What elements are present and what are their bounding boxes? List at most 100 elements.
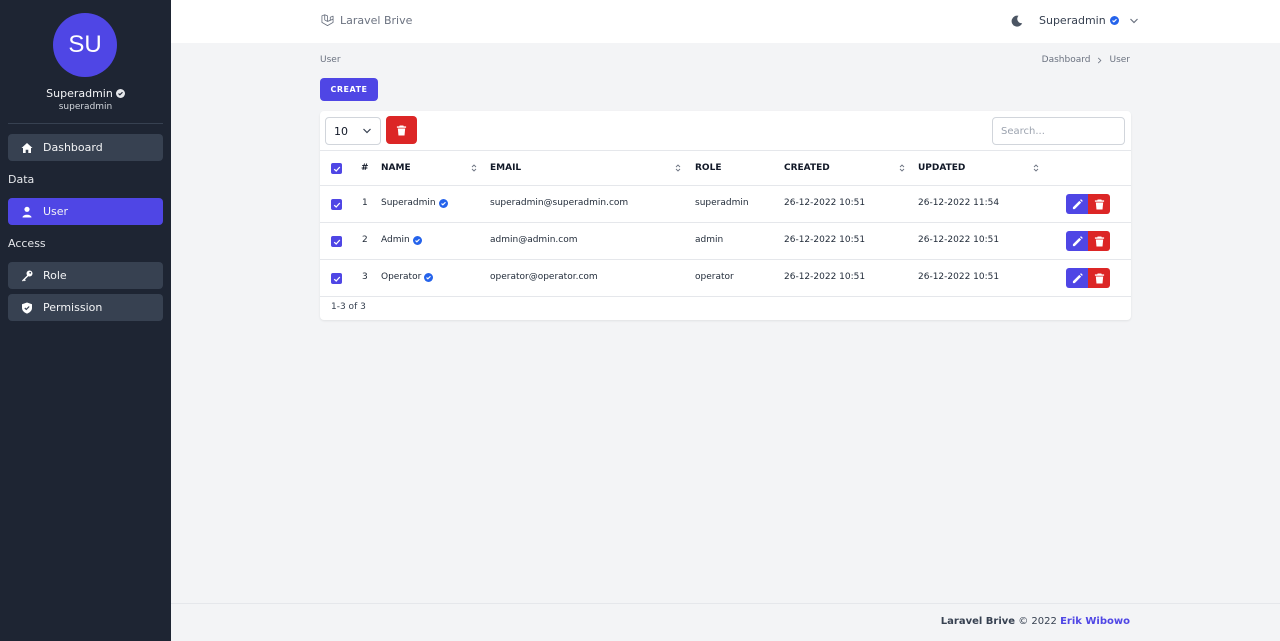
row-name-text: Admin xyxy=(381,235,410,245)
laravel-logo-icon xyxy=(321,14,334,27)
create-button[interactable]: CREATE xyxy=(320,78,378,101)
table-header: # NAME EMAIL ROLE CREATED UPDATED xyxy=(320,150,1131,186)
top-bar: Laravel Brive Superadmin xyxy=(171,0,1280,43)
breadcrumb-user: User xyxy=(1109,55,1130,65)
user-icon xyxy=(22,206,32,217)
row-checkbox[interactable] xyxy=(331,236,342,247)
brand[interactable]: Laravel Brive xyxy=(321,14,412,27)
row-email: admin@admin.com xyxy=(490,235,578,245)
chevron-right-icon xyxy=(1098,57,1102,63)
avatar: SU xyxy=(53,13,117,77)
pencil-icon xyxy=(1072,272,1083,283)
row-updated: 26-12-2022 10:51 xyxy=(918,235,1000,245)
sidebar-item-permission[interactable]: Permission xyxy=(8,294,163,321)
verified-icon xyxy=(424,272,434,282)
delete-button[interactable] xyxy=(1088,231,1110,251)
sidebar-item-label: Role xyxy=(43,269,67,282)
row-role: superadmin xyxy=(695,198,749,208)
trash-icon xyxy=(1094,235,1104,247)
row-number: 2 xyxy=(362,235,368,245)
key-icon xyxy=(22,270,33,281)
column-header-updated[interactable]: UPDATED xyxy=(918,163,965,173)
sidebar-divider xyxy=(8,123,163,124)
row-actions xyxy=(1066,194,1110,214)
check-icon xyxy=(333,202,340,208)
chevron-down-icon xyxy=(363,128,371,134)
sidebar-item-label: User xyxy=(43,205,69,218)
row-created: 26-12-2022 10:51 xyxy=(784,198,866,208)
row-name: Superadmin xyxy=(381,198,448,208)
trash-icon xyxy=(1094,198,1104,210)
row-name-text: Operator xyxy=(381,272,422,282)
pencil-icon xyxy=(1072,198,1083,209)
row-name: Admin xyxy=(381,235,422,245)
row-email: operator@operator.com xyxy=(490,272,598,282)
per-page-select[interactable]: 10 xyxy=(325,117,381,145)
row-role: operator xyxy=(695,272,734,282)
verified-icon xyxy=(115,89,125,98)
sidebar-item-user[interactable]: User xyxy=(8,198,163,225)
select-all-checkbox[interactable] xyxy=(331,163,342,174)
sidebar: SU Superadmin superadmin Dashboard Data … xyxy=(0,0,171,641)
row-number: 3 xyxy=(362,272,368,282)
dark-mode-toggle-icon[interactable] xyxy=(1011,15,1023,27)
edit-button[interactable] xyxy=(1066,194,1088,214)
footer-author-link[interactable]: Erik Wibowo xyxy=(1060,616,1130,627)
bulk-delete-button[interactable] xyxy=(386,116,417,144)
row-updated: 26-12-2022 10:51 xyxy=(918,272,1000,282)
footer-app-name: Laravel Brive xyxy=(940,616,1016,627)
row-checkbox[interactable] xyxy=(331,199,342,210)
sort-icon[interactable] xyxy=(675,163,681,173)
sort-icon[interactable] xyxy=(1033,163,1039,173)
shield-icon xyxy=(22,302,32,314)
row-actions xyxy=(1066,268,1110,288)
nav-group-access: Access xyxy=(8,237,46,250)
column-header-created[interactable]: CREATED xyxy=(784,163,830,173)
row-role: admin xyxy=(695,235,724,245)
verified-icon xyxy=(412,235,422,245)
row-number: 1 xyxy=(362,198,368,208)
page-title: User xyxy=(320,55,341,65)
table-row: 2 Admin admin@admin.com admin 26-12-2022… xyxy=(320,223,1131,260)
footer-copyright: © 2022 xyxy=(1018,616,1057,627)
pencil-icon xyxy=(1072,235,1083,246)
sidebar-item-role[interactable]: Role xyxy=(8,262,163,289)
row-actions xyxy=(1066,231,1110,251)
row-created: 26-12-2022 10:51 xyxy=(784,235,866,245)
chevron-down-icon xyxy=(1129,18,1138,23)
row-name-text: Superadmin xyxy=(381,198,436,208)
sidebar-user-name-text: Superadmin xyxy=(46,87,113,100)
check-icon xyxy=(333,276,340,282)
table-row: 3 Operator operator@operator.com operato… xyxy=(320,260,1131,297)
verified-icon xyxy=(1109,16,1119,25)
check-icon xyxy=(333,166,340,172)
user-menu-name: Superadmin xyxy=(1039,14,1106,27)
delete-button[interactable] xyxy=(1088,194,1110,214)
column-header-name[interactable]: NAME xyxy=(381,163,411,173)
edit-button[interactable] xyxy=(1066,231,1088,251)
trash-icon xyxy=(1094,272,1104,284)
sidebar-item-dashboard[interactable]: Dashboard xyxy=(8,134,163,161)
row-checkbox[interactable] xyxy=(331,273,342,284)
delete-button[interactable] xyxy=(1088,268,1110,288)
column-header-number: # xyxy=(361,163,369,173)
brand-name: Laravel Brive xyxy=(340,14,413,27)
column-header-email[interactable]: EMAIL xyxy=(490,163,521,173)
search-input[interactable] xyxy=(992,117,1125,145)
table-row: 1 Superadmin superadmin@superadmin.com s… xyxy=(320,186,1131,223)
row-name: Operator xyxy=(381,272,434,282)
edit-button[interactable] xyxy=(1066,268,1088,288)
check-icon xyxy=(333,239,340,245)
sidebar-item-label: Dashboard xyxy=(43,141,103,154)
column-header-role: ROLE xyxy=(695,163,722,173)
breadcrumb-dashboard[interactable]: Dashboard xyxy=(1042,55,1091,65)
home-icon xyxy=(21,142,33,153)
nav-group-data: Data xyxy=(8,173,35,186)
user-table-card: 10 # NAME EMAIL ROLE CREATED UPDATED 1 S… xyxy=(320,111,1131,320)
trash-icon xyxy=(396,124,407,136)
row-email: superadmin@superadmin.com xyxy=(490,198,629,208)
sidebar-user-handle: superadmin xyxy=(58,102,113,112)
sort-icon[interactable] xyxy=(899,163,905,173)
user-menu-button[interactable]: Superadmin xyxy=(1039,14,1139,27)
sort-icon[interactable] xyxy=(471,163,477,173)
